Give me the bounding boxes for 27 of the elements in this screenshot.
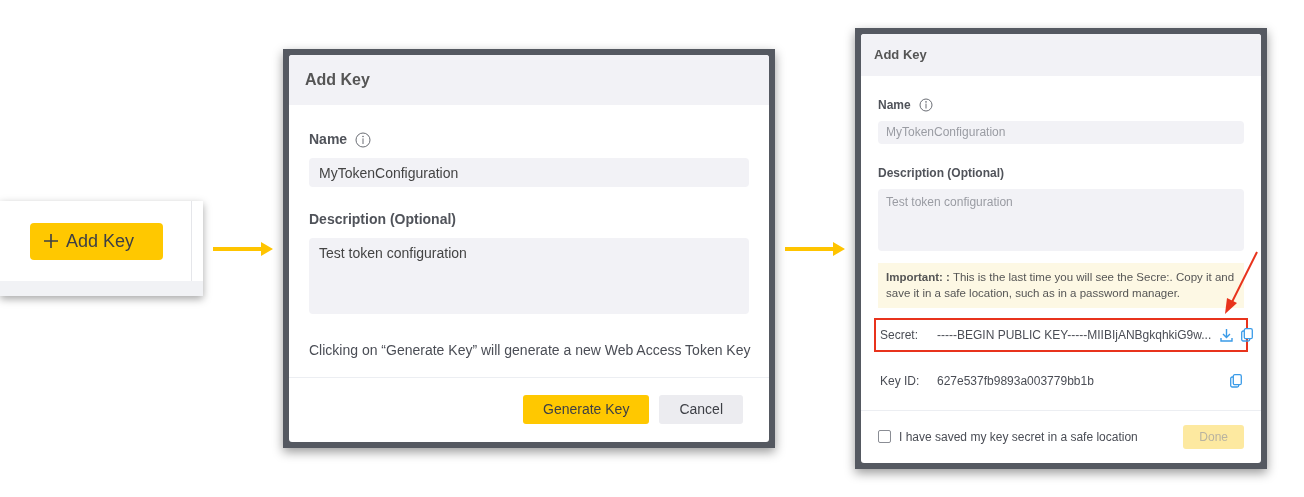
warning-message: Important: : This is the last time you will see the Secre:. Copy it and save it in a safe location, such as in a password manager. xyxy=(878,262,1244,308)
dialog-title: Add Key xyxy=(289,55,769,105)
key-label: Key ID: xyxy=(880,372,921,390)
info-icon xyxy=(355,131,372,148)
key-value: 627e537fb9893a003779bb1b xyxy=(937,372,1095,390)
field-label: Name xyxy=(309,130,348,149)
add-key-button[interactable]: Add Key xyxy=(30,222,163,260)
plus-icon xyxy=(44,234,58,248)
info-text: Clicking on “Generate Key” will generate a new Web Access Token Key xyxy=(309,341,749,360)
primary-button[interactable]: Generate Key xyxy=(523,395,650,424)
key-label: Secret: xyxy=(880,326,919,344)
field-label: Description (Optional) xyxy=(309,210,456,229)
checkbox-label: I have saved my key secret in a safe location xyxy=(899,428,1138,446)
name-field[interactable]: MyTokenConfiguration xyxy=(309,158,749,187)
field-label: Description (Optional) xyxy=(878,164,1004,182)
info-icon xyxy=(918,97,933,112)
checkbox[interactable] xyxy=(878,430,891,444)
copy-icon[interactable] xyxy=(1241,327,1254,342)
dialog-title: Add Key xyxy=(861,34,1261,76)
key-value: -----BEGIN PUBLIC KEY-----MIIBIjANBgkqhkiG9w... xyxy=(937,326,1212,344)
flow-arrow xyxy=(785,241,845,256)
field-label: Name xyxy=(878,96,911,114)
download-icon[interactable] xyxy=(1220,327,1234,342)
cancel-button[interactable]: Cancel xyxy=(659,395,743,424)
description-field[interactable]: Test token configuration xyxy=(309,238,749,314)
copy-icon[interactable] xyxy=(1230,373,1242,388)
flow-arrow xyxy=(213,241,273,256)
